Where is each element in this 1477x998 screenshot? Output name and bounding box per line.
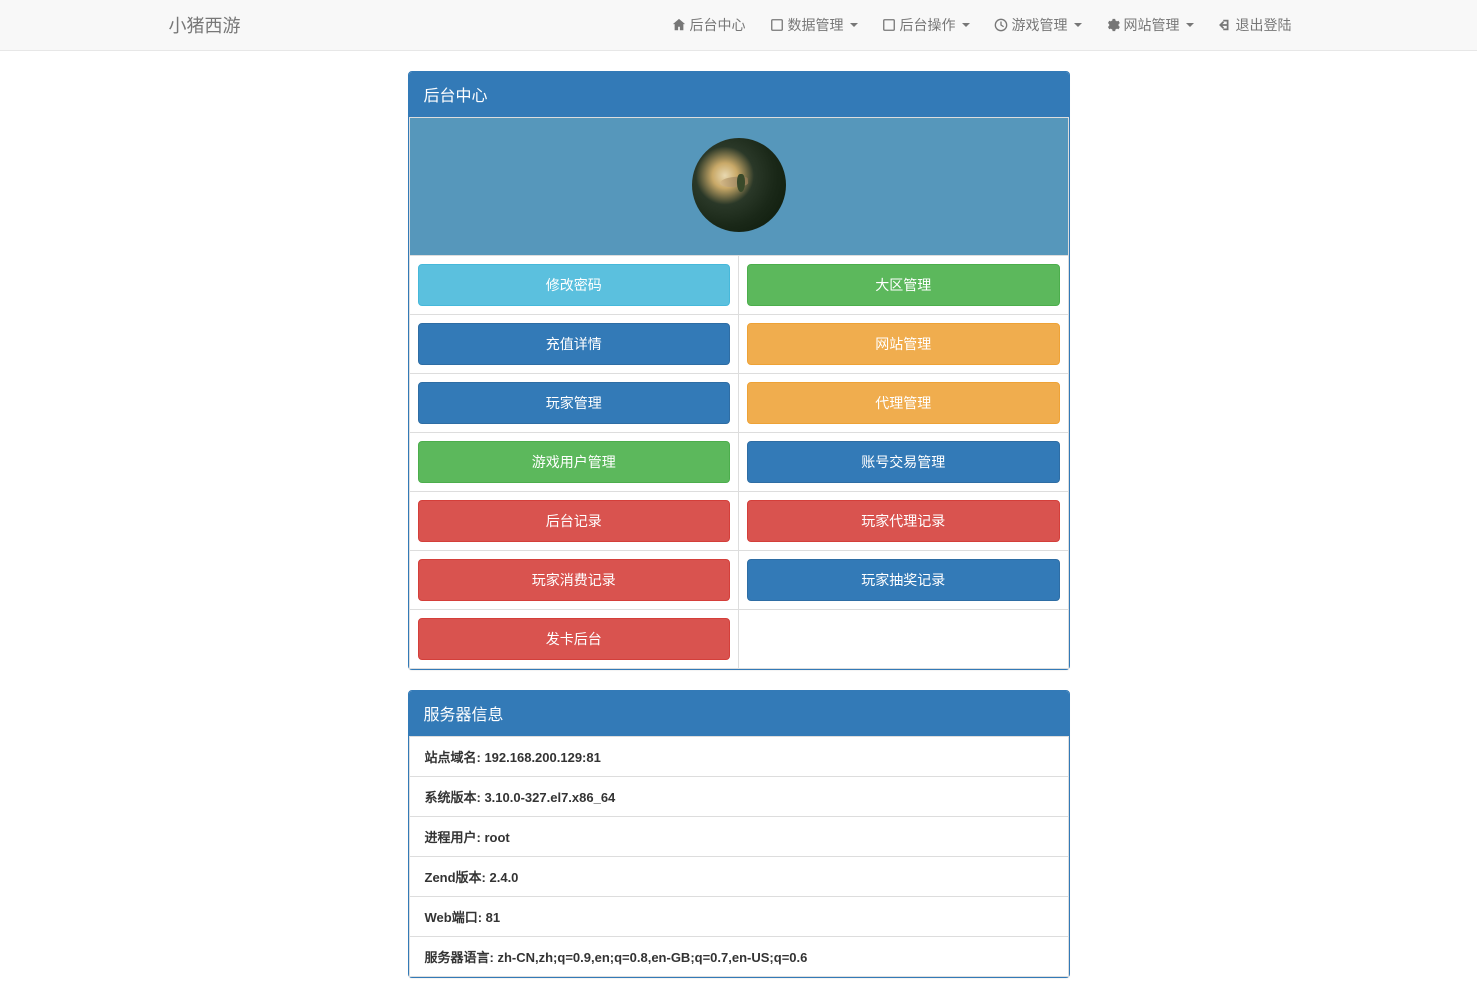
button-cell: 玩家代理记录 bbox=[739, 492, 1069, 551]
action-button[interactable]: 发卡后台 bbox=[418, 618, 731, 660]
action-button[interactable]: 大区管理 bbox=[747, 264, 1060, 306]
info-label: 服务器语言: bbox=[425, 950, 498, 965]
navbar: 小猪西游 后台中心 数据管理 后台操作 游戏管理 网站管理 退出登陆 bbox=[0, 0, 1477, 51]
avatar-row bbox=[409, 118, 1068, 256]
info-value: root bbox=[484, 830, 509, 845]
action-button[interactable]: 玩家抽奖记录 bbox=[747, 559, 1060, 601]
server-info-item: 服务器语言: zh-CN,zh;q=0.9,en;q=0.8,en-GB;q=0… bbox=[409, 937, 1069, 977]
nav-item-1[interactable]: 数据管理 bbox=[758, 0, 870, 50]
server-info-item: Zend版本: 2.4.0 bbox=[409, 857, 1069, 897]
button-row: 后台记录玩家代理记录 bbox=[409, 492, 1068, 551]
server-info-item: 进程用户: root bbox=[409, 817, 1069, 857]
info-value: 192.168.200.129:81 bbox=[484, 750, 600, 765]
panel-heading: 服务器信息 bbox=[409, 691, 1069, 736]
home-icon bbox=[672, 18, 686, 32]
action-button[interactable]: 游戏用户管理 bbox=[418, 441, 731, 483]
button-row: 游戏用户管理账号交易管理 bbox=[409, 433, 1068, 492]
action-button[interactable]: 后台记录 bbox=[418, 500, 731, 542]
brand[interactable]: 小猪西游 bbox=[154, 0, 256, 53]
nav-label: 数据管理 bbox=[788, 15, 844, 35]
unchecked-icon bbox=[882, 18, 896, 32]
info-value: 81 bbox=[486, 910, 500, 925]
chevron-down-icon bbox=[1074, 23, 1082, 27]
action-button[interactable]: 网站管理 bbox=[747, 323, 1060, 365]
server-info-item: Web端口: 81 bbox=[409, 897, 1069, 937]
chevron-down-icon bbox=[962, 23, 970, 27]
server-info-item: 系统版本: 3.10.0-327.el7.x86_64 bbox=[409, 777, 1069, 817]
panel-admin-center: 后台中心 修改密码大区管理充值详情网站管理玩家管理代理管理游戏用户管理账号交易管… bbox=[408, 71, 1070, 670]
info-label: 进程用户: bbox=[425, 830, 485, 845]
chevron-down-icon bbox=[1186, 23, 1194, 27]
server-info-list: 站点域名: 192.168.200.129:81系统版本: 3.10.0-327… bbox=[409, 736, 1069, 977]
info-label: Web端口: bbox=[425, 910, 486, 925]
nav-item-5[interactable]: 退出登陆 bbox=[1206, 0, 1304, 50]
panel-heading: 后台中心 bbox=[409, 72, 1069, 117]
nav-label: 退出登陆 bbox=[1236, 15, 1292, 35]
info-label: 系统版本: bbox=[425, 790, 485, 805]
button-row: 发卡后台 bbox=[409, 610, 1068, 669]
action-button[interactable]: 玩家代理记录 bbox=[747, 500, 1060, 542]
time-icon bbox=[994, 18, 1008, 32]
nav-label: 后台操作 bbox=[900, 15, 956, 35]
action-button[interactable]: 玩家管理 bbox=[418, 382, 731, 424]
button-cell: 后台记录 bbox=[409, 492, 739, 551]
chevron-down-icon bbox=[850, 23, 858, 27]
panel-server-info: 服务器信息 站点域名: 192.168.200.129:81系统版本: 3.10… bbox=[408, 690, 1070, 978]
nav-item-0[interactable]: 后台中心 bbox=[660, 0, 758, 50]
nav-item-3[interactable]: 游戏管理 bbox=[982, 0, 1094, 50]
button-cell: 账号交易管理 bbox=[739, 433, 1069, 492]
nav-item-2[interactable]: 后台操作 bbox=[870, 0, 982, 50]
cog-icon bbox=[1106, 18, 1120, 32]
button-row: 修改密码大区管理 bbox=[409, 256, 1068, 315]
info-value: 3.10.0-327.el7.x86_64 bbox=[484, 790, 615, 805]
nav-label: 后台中心 bbox=[690, 15, 746, 35]
info-label: 站点域名: bbox=[425, 750, 485, 765]
button-cell: 玩家消费记录 bbox=[409, 551, 739, 610]
button-cell: 网站管理 bbox=[739, 315, 1069, 374]
button-cell: 发卡后台 bbox=[409, 610, 739, 669]
button-table: 修改密码大区管理充值详情网站管理玩家管理代理管理游戏用户管理账号交易管理后台记录… bbox=[409, 117, 1069, 669]
button-cell: 代理管理 bbox=[739, 374, 1069, 433]
action-button[interactable]: 代理管理 bbox=[747, 382, 1060, 424]
action-button[interactable]: 玩家消费记录 bbox=[418, 559, 731, 601]
action-button[interactable]: 账号交易管理 bbox=[747, 441, 1060, 483]
avatar-image bbox=[692, 138, 786, 232]
button-cell: 游戏用户管理 bbox=[409, 433, 739, 492]
button-row: 玩家管理代理管理 bbox=[409, 374, 1068, 433]
info-value: zh-CN,zh;q=0.9,en;q=0.8,en-GB;q=0.7,en-U… bbox=[497, 950, 807, 965]
button-cell: 大区管理 bbox=[739, 256, 1069, 315]
action-button[interactable]: 充值详情 bbox=[418, 323, 731, 365]
button-cell: 修改密码 bbox=[409, 256, 739, 315]
button-row: 玩家消费记录玩家抽奖记录 bbox=[409, 551, 1068, 610]
nav-label: 网站管理 bbox=[1124, 15, 1180, 35]
action-button[interactable]: 修改密码 bbox=[418, 264, 731, 306]
nav-label: 游戏管理 bbox=[1012, 15, 1068, 35]
button-cell: 充值详情 bbox=[409, 315, 739, 374]
unchecked-icon bbox=[770, 18, 784, 32]
button-cell: 玩家管理 bbox=[409, 374, 739, 433]
button-row: 充值详情网站管理 bbox=[409, 315, 1068, 374]
button-cell bbox=[739, 610, 1069, 669]
info-value: 2.4.0 bbox=[490, 870, 519, 885]
nav-item-4[interactable]: 网站管理 bbox=[1094, 0, 1206, 50]
server-info-item: 站点域名: 192.168.200.129:81 bbox=[409, 736, 1069, 777]
nav-list: 后台中心 数据管理 后台操作 游戏管理 网站管理 退出登陆 bbox=[660, 0, 1304, 50]
logout-icon bbox=[1218, 18, 1232, 32]
button-cell: 玩家抽奖记录 bbox=[739, 551, 1069, 610]
info-label: Zend版本: bbox=[425, 870, 490, 885]
